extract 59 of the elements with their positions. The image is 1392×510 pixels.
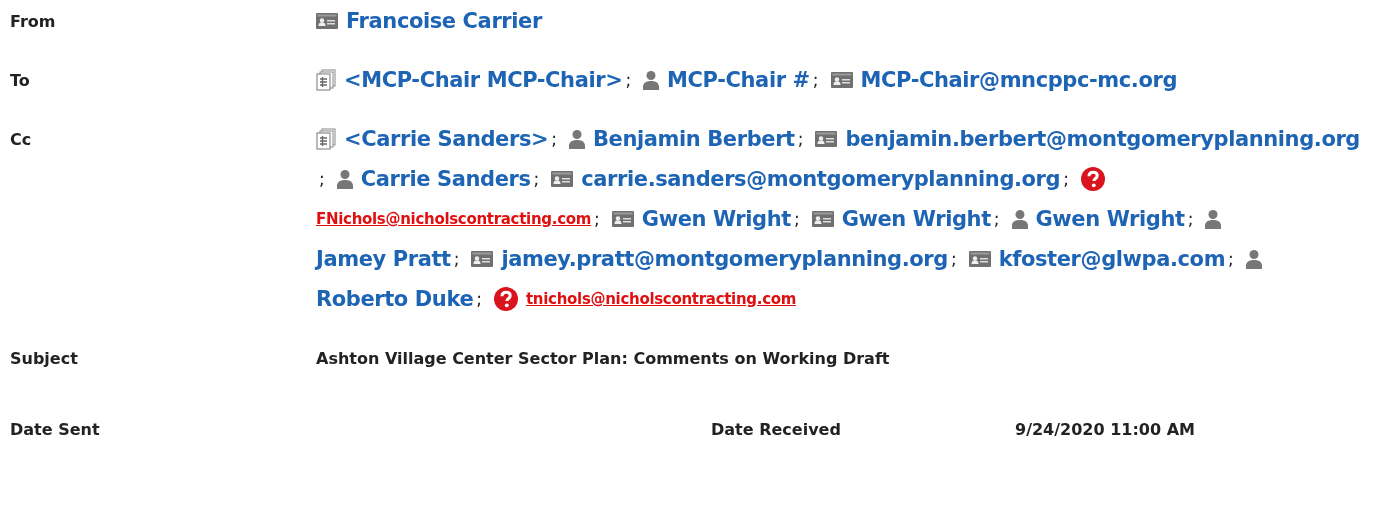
recipient-link[interactable]: MCP-Chair@mncppc-mc.org — [860, 68, 1178, 92]
recipient-link[interactable]: MCP-Chair # — [667, 68, 810, 92]
recipient-link[interactable]: Jamey Pratt — [316, 247, 451, 271]
contact-card-icon — [471, 250, 494, 268]
recipient-link[interactable]: kfoster@glwpa.com — [998, 247, 1226, 271]
field-label: Subject — [10, 348, 79, 368]
recipient-link[interactable]: Gwen Wright — [1035, 207, 1185, 231]
recipient-link[interactable]: Carrie Sanders — [360, 167, 531, 191]
separator: ; — [594, 209, 600, 229]
contact-card-icon — [968, 250, 991, 268]
separator: ; — [1228, 249, 1234, 269]
person-icon — [1205, 209, 1222, 229]
field-label: Date Received — [711, 419, 842, 439]
separator: ; — [797, 129, 804, 149]
recipient-link[interactable]: carrie.sanders@montgomeryplanning.org — [581, 167, 1061, 191]
recipient-link[interactable]: Francoise Carrier — [346, 9, 542, 33]
recipient-link[interactable]: FNichols@nicholscontracting.com — [316, 210, 592, 228]
contact-card-icon — [551, 170, 574, 188]
recipient-link[interactable]: <MCP-Chair MCP-Chair> — [344, 68, 623, 92]
separator: ; — [533, 169, 540, 189]
recipient-link[interactable]: Gwen Wright — [641, 207, 791, 231]
person-icon — [1011, 209, 1028, 229]
separator: ; — [1063, 169, 1069, 189]
separator: ; — [793, 209, 800, 229]
document-stack-icon — [316, 69, 336, 91]
separator: ; — [993, 209, 1000, 229]
separator: ; — [625, 70, 632, 90]
separator: ; — [950, 249, 957, 269]
contact-card-icon — [830, 71, 853, 89]
recipient-link[interactable]: Gwen Wright — [841, 207, 991, 231]
contact-card-icon — [811, 210, 834, 228]
recipient-link[interactable]: <Carrie Sanders> — [344, 127, 549, 151]
separator: ; — [476, 289, 482, 309]
date-value: 9/24/2020 11:00 AM — [1015, 419, 1195, 439]
question-mark-icon — [1080, 167, 1105, 191]
person-icon — [1245, 249, 1262, 269]
field-label: From — [10, 11, 57, 31]
separator: ; — [1187, 209, 1194, 229]
separator: ; — [453, 249, 460, 269]
separator: ; — [812, 70, 819, 90]
contact-card-icon — [316, 12, 338, 30]
document-stack-icon — [316, 128, 336, 150]
separator: ; — [319, 169, 325, 189]
person-icon — [643, 70, 660, 90]
recipient-link[interactable]: tnichols@nicholscontracting.com — [525, 290, 797, 308]
field-label: Date Sent — [10, 419, 101, 439]
separator: ; — [551, 129, 557, 149]
person-icon — [568, 129, 585, 149]
question-mark-icon — [493, 287, 518, 311]
recipient-link[interactable]: jamey.pratt@montgomeryplanning.org — [501, 247, 948, 271]
contact-card-icon — [815, 130, 838, 148]
field-label: Cc — [10, 129, 33, 149]
contact-card-icon — [611, 210, 634, 228]
recipient-link[interactable]: benjamin.berbert@montgomeryplanning.org — [845, 127, 1360, 151]
subject-text: Ashton Village Center Sector Plan: Comments on Working Draft — [316, 348, 890, 368]
recipient-link[interactable]: Benjamin Berbert — [592, 127, 795, 151]
person-icon — [336, 169, 353, 189]
recipient-link[interactable]: Roberto Duke — [316, 287, 474, 311]
field-label: To — [10, 70, 31, 90]
